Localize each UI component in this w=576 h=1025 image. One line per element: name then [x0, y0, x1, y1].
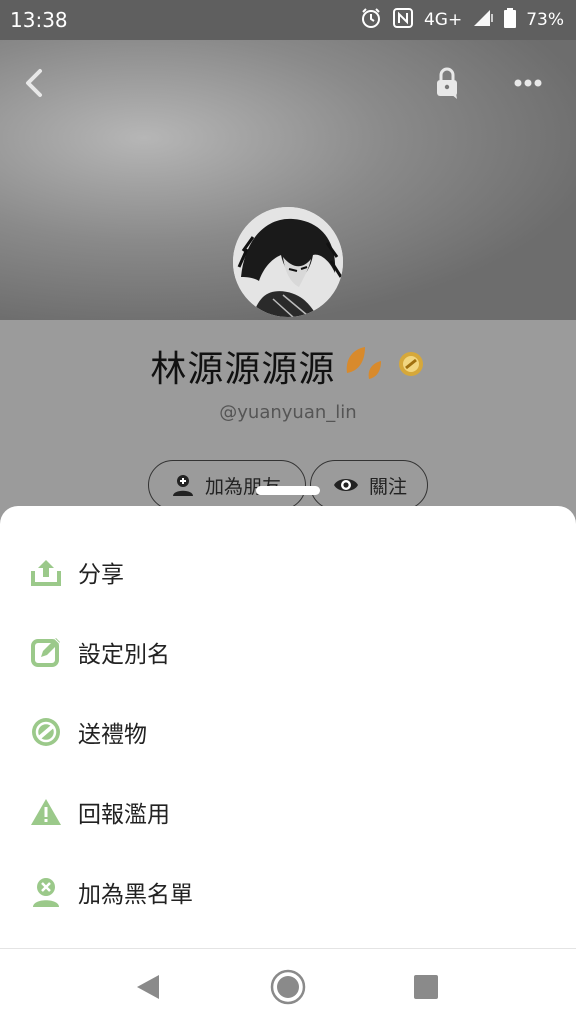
more-button[interactable] [506, 66, 550, 100]
more-dots-icon [514, 79, 542, 87]
badge-coin-icon [396, 349, 426, 383]
menu-item-label: 回報濫用 [78, 802, 170, 828]
add-friend-button[interactable]: 加為朋友 [148, 460, 306, 510]
system-nav-bar [0, 948, 576, 1025]
bottom-sheet: 分享 設定別名 送禮物 回報濫用 加為黑名單 [0, 506, 576, 950]
add-person-icon [173, 475, 193, 496]
status-icons: 4G+ 73% [360, 7, 564, 34]
lock-icon [437, 67, 457, 99]
profile-handle: @yuanyuan_lin [219, 402, 357, 423]
menu-item-send-gift[interactable]: 送禮物 [0, 697, 576, 767]
nav-back-button[interactable] [128, 969, 168, 1005]
edit-icon [30, 636, 62, 668]
menu-item-set-alias[interactable]: 設定別名 [0, 617, 576, 687]
battery-icon [504, 7, 517, 33]
menu-item-label: 加為黑名單 [78, 882, 193, 908]
nav-recents-button[interactable] [406, 969, 446, 1005]
battery-percent: 73% [526, 10, 564, 30]
block-user-icon [30, 876, 62, 908]
menu-item-label: 送禮物 [78, 722, 147, 748]
menu-item-report-abuse[interactable]: 回報濫用 [0, 777, 576, 847]
gift-icon [30, 716, 62, 748]
leaf-decoration-icon [343, 345, 389, 387]
alarm-icon [360, 7, 382, 34]
eye-icon [334, 479, 358, 491]
follow-button[interactable]: 關注 [310, 460, 428, 510]
status-bar: 13:38 4G+ 73% [0, 0, 576, 40]
follow-label: 關注 [369, 475, 408, 498]
warning-icon [30, 796, 62, 828]
share-icon [30, 556, 62, 588]
back-button[interactable] [18, 66, 52, 100]
nav-recents-icon [414, 975, 438, 999]
nav-back-icon [137, 975, 159, 999]
status-time: 13:38 [10, 8, 68, 32]
nav-home-button[interactable] [268, 969, 308, 1005]
nfc-icon [392, 7, 414, 34]
menu-item-block[interactable]: 加為黑名單 [0, 857, 576, 927]
nav-home-icon [270, 969, 306, 1005]
profile-name: 林源源源源 [150, 349, 336, 390]
back-arrow-icon [26, 69, 42, 97]
network-label: 4G+ [423, 10, 463, 30]
signal-icon [472, 8, 494, 33]
profile-top-nav [0, 58, 576, 108]
profile-avatar[interactable] [233, 207, 343, 317]
menu-item-label: 分享 [78, 562, 124, 588]
menu-item-share[interactable]: 分享 [0, 537, 576, 607]
profile-name-row: 林源源源源 [0, 340, 576, 392]
menu-item-label: 設定別名 [78, 642, 170, 668]
avatar-image [233, 207, 343, 317]
sheet-drag-handle[interactable] [256, 486, 320, 495]
lock-button[interactable] [432, 66, 466, 100]
